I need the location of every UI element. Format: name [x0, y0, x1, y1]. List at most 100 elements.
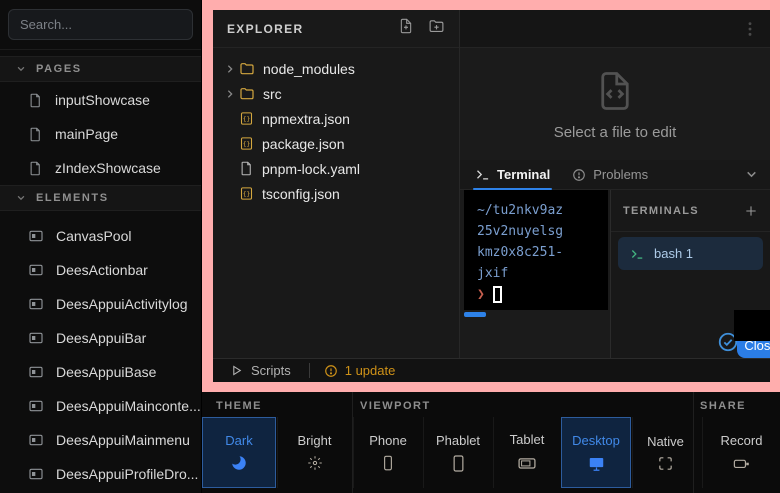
- tree-item-label: src: [263, 86, 282, 102]
- button-label: Native: [647, 434, 684, 449]
- file-tree: node_modules src {} npmextra.json: [213, 48, 459, 206]
- chevron-down-icon: [16, 193, 26, 203]
- sidebar-item-label: DeesAppuiMainconte...: [56, 398, 201, 414]
- sidebar-section-pages[interactable]: PAGES: [0, 56, 201, 82]
- page-icon: [28, 127, 43, 142]
- editor-right-column: Select a file to edit Terminal Problems: [460, 10, 770, 358]
- viewport-tablet-button[interactable]: Tablet: [493, 417, 560, 488]
- viewport-phone-button[interactable]: Phone: [353, 417, 422, 488]
- sidebar-item-deesappuiprofiledropdown[interactable]: DeesAppuiProfileDro...: [0, 457, 201, 491]
- moon-icon: [230, 454, 248, 472]
- viewport-native-button[interactable]: Native: [632, 417, 698, 488]
- chevron-down-icon[interactable]: [745, 168, 758, 186]
- terminal-cursor: [493, 286, 502, 303]
- element-icon: [28, 466, 44, 482]
- sidebar-item-deesappuibar[interactable]: DeesAppuiBar: [0, 321, 201, 355]
- tree-item-label: tsconfig.json: [262, 186, 340, 202]
- search-wrap: [0, 0, 201, 50]
- record-camera-icon: [732, 454, 751, 473]
- new-file-icon[interactable]: [398, 18, 414, 39]
- search-input[interactable]: [8, 9, 193, 40]
- json-file-icon: {}: [239, 136, 254, 151]
- viewport-phablet-button[interactable]: Phablet: [423, 417, 492, 488]
- sidebar-item-label: inputShowcase: [55, 92, 150, 108]
- terminal-prompt: ❯: [477, 284, 485, 305]
- tree-item-label: npmextra.json: [262, 111, 350, 127]
- sidebar-item-label: DeesAppuiBase: [56, 364, 156, 380]
- element-icon: [28, 432, 44, 448]
- play-icon: [230, 364, 243, 377]
- tab-terminal[interactable]: Terminal: [475, 160, 550, 190]
- update-notice[interactable]: 1 update: [324, 363, 396, 378]
- button-label: Desktop: [572, 433, 620, 448]
- sidebar-item-label: zIndexShowcase: [55, 160, 161, 176]
- chevron-right-icon: [225, 89, 239, 99]
- sidebar-item-deesappuimainmenu[interactable]: DeesAppuiMainmenu: [0, 423, 201, 457]
- sidebar-item-label: DeesActionbar: [56, 262, 148, 278]
- terminal-prompt-icon: [475, 167, 490, 182]
- tree-item-node-modules[interactable]: node_modules: [213, 56, 459, 81]
- new-folder-icon[interactable]: [428, 18, 445, 40]
- app-root: PAGES inputShowcase mainPage zIndexShowc…: [0, 0, 780, 493]
- button-label: Bright: [298, 433, 332, 448]
- scripts-button[interactable]: Scripts: [230, 363, 291, 378]
- element-icon: [28, 364, 44, 380]
- file-preview-empty-state: Select a file to edit: [460, 48, 770, 160]
- fullscreen-corners-icon: [657, 455, 674, 472]
- section-label: ELEMENTS: [36, 192, 109, 204]
- tree-item-src[interactable]: src: [213, 81, 459, 106]
- tree-item-package-json[interactable]: {} package.json: [213, 131, 459, 156]
- panel-tabbar: Terminal Problems: [460, 160, 770, 190]
- plus-icon[interactable]: [744, 204, 758, 218]
- element-icon: [28, 330, 44, 346]
- theme-bright-button[interactable]: Bright: [277, 417, 351, 488]
- page-icon: [28, 93, 43, 108]
- preview-stage-frame: EXPLORER node_modules: [202, 0, 780, 392]
- sidebar-item-label: DeesAppuiProfileDro...: [56, 466, 198, 482]
- sidebar-item-canvaspool[interactable]: CanvasPool: [0, 219, 201, 253]
- explorer-title: EXPLORER: [227, 22, 384, 36]
- tree-item-label: package.json: [262, 136, 345, 152]
- sidebar-item-mainpage[interactable]: mainPage: [0, 117, 201, 151]
- section-label: PAGES: [36, 63, 82, 75]
- terminal-session-bash-1[interactable]: bash 1: [618, 237, 763, 270]
- sidebar-item-deesappuibase[interactable]: DeesAppuiBase: [0, 355, 201, 389]
- explorer-panel: EXPLORER node_modules: [213, 10, 460, 358]
- chevron-right-icon: [225, 64, 239, 74]
- scripts-label: Scripts: [251, 363, 291, 378]
- embedded-editor: EXPLORER node_modules: [213, 10, 770, 382]
- sidebar-section-elements[interactable]: ELEMENTS: [0, 185, 201, 211]
- share-record-button[interactable]: Record: [702, 417, 780, 488]
- sun-icon: [306, 454, 324, 472]
- sidebar-item-label: DeesAppuiActivitylog: [56, 296, 188, 312]
- divider: [309, 363, 310, 378]
- code-file-icon: [594, 68, 636, 114]
- tree-item-pnpm-lock-yaml[interactable]: pnpm-lock.yaml: [213, 156, 459, 181]
- folder-icon: [239, 61, 255, 77]
- update-label: 1 update: [345, 363, 396, 378]
- sidebar-item-deesappuimaincontent[interactable]: DeesAppuiMainconte...: [0, 389, 201, 423]
- file-icon: [239, 161, 254, 176]
- environment-toolbar: THEME VIEWPORT SHARE Dark Bright Phone P…: [202, 392, 780, 493]
- horizontal-scrollbar-thumb[interactable]: [464, 312, 486, 317]
- phone-icon: [379, 454, 397, 472]
- svg-text:{}: {}: [243, 116, 251, 123]
- terminals-header: TERMINALS: [611, 190, 770, 232]
- element-icon: [28, 262, 44, 278]
- sidebar-item-deesactionbar[interactable]: DeesActionbar: [0, 253, 201, 287]
- terminal-line: jxif: [477, 263, 608, 284]
- group-label-viewport: VIEWPORT: [360, 400, 431, 412]
- sidebar-item-zindexshowcase[interactable]: zIndexShowcase: [0, 151, 201, 185]
- button-label: Phone: [369, 433, 407, 448]
- tree-item-npmextra-json[interactable]: {} npmextra.json: [213, 106, 459, 131]
- tree-item-tsconfig-json[interactable]: {} tsconfig.json: [213, 181, 459, 206]
- tab-problems[interactable]: Problems: [572, 160, 648, 190]
- sidebar-item-deesappuiactivitylog[interactable]: DeesAppuiActivitylog: [0, 287, 201, 321]
- sidebar-item-inputshowcase[interactable]: inputShowcase: [0, 83, 201, 117]
- theme-dark-button[interactable]: Dark: [202, 417, 276, 488]
- viewport-desktop-button[interactable]: Desktop: [561, 417, 631, 488]
- sidebar-item-label: mainPage: [55, 126, 118, 142]
- terminal-viewport[interactable]: ~/tu2nkv9az 25v2nuyelsg kmz0x8c251- jxif…: [464, 190, 608, 310]
- desktop-icon: [587, 454, 606, 473]
- kebab-menu-icon[interactable]: [740, 19, 760, 39]
